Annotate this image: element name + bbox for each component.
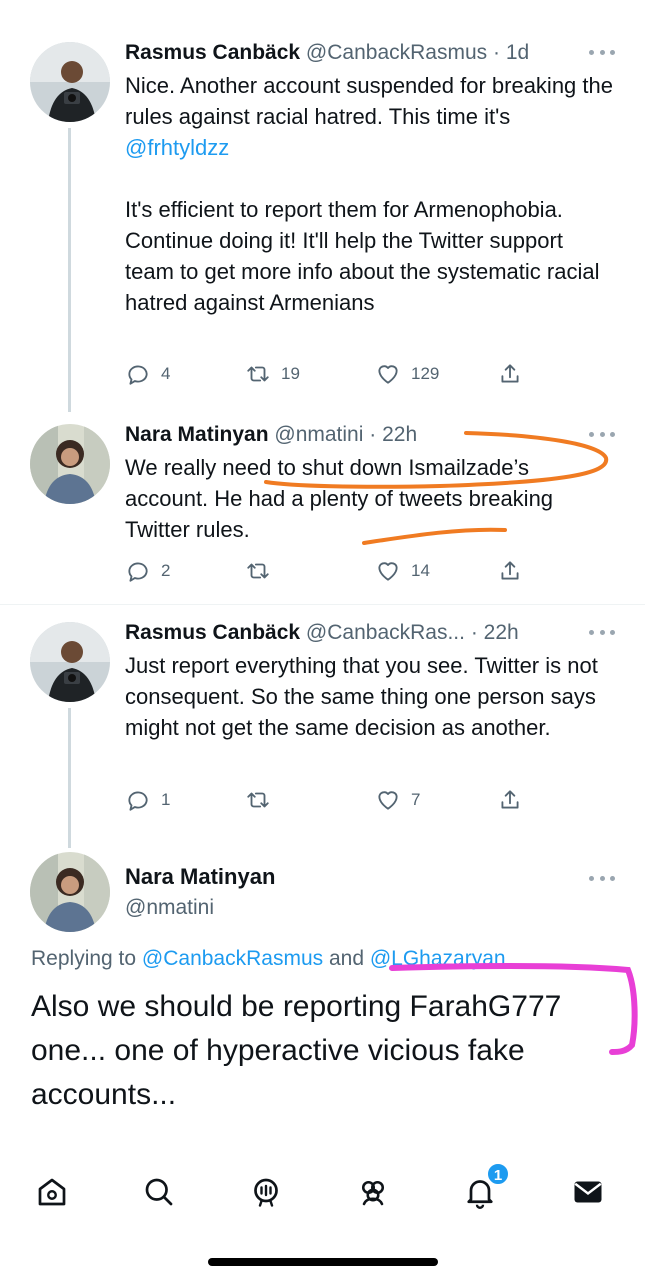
tweet-header: Rasmus Canbäck @CanbackRas... · 22h — [125, 616, 595, 650]
share-button[interactable] — [497, 556, 523, 586]
tab-spaces[interactable] — [244, 1170, 288, 1214]
replying-and: and — [323, 947, 370, 970]
reply-icon — [128, 562, 148, 582]
reply-button[interactable]: 2 — [125, 556, 170, 586]
bottom-tab-bar: 1 — [0, 1160, 645, 1224]
tab-home[interactable] — [30, 1170, 74, 1214]
retweet-count: 19 — [281, 364, 300, 383]
tweet-text: Also we should be reporting FarahG777 on… — [31, 990, 562, 1111]
retweet-icon — [247, 563, 269, 579]
tweet-header: Rasmus Canbäck @CanbackRasmus · 1d — [125, 36, 595, 70]
tweet-text: Just report everything that you see. Twi… — [125, 653, 598, 740]
user-handle[interactable]: @nmatini — [125, 893, 214, 923]
heart-icon — [378, 791, 398, 810]
tweet-actions: 4 19 129 — [125, 359, 545, 389]
avatar[interactable] — [30, 622, 110, 702]
tweet-text-part: Nice. Another account suspended for brea… — [125, 73, 613, 129]
thread-line — [68, 128, 71, 412]
tweet-actions: 2 14 — [125, 556, 545, 586]
reply-count: 2 — [161, 561, 171, 580]
retweet-button[interactable] — [245, 556, 281, 586]
retweet-icon — [247, 366, 269, 382]
share-icon — [501, 790, 519, 809]
avatar-photo-icon — [30, 42, 110, 122]
reply-count: 1 — [161, 790, 171, 809]
tweet-actions: 1 7 — [125, 785, 545, 815]
reply-icon — [128, 365, 148, 385]
mention-link[interactable]: @frhtyldzz — [125, 135, 229, 160]
avatar[interactable] — [30, 852, 110, 932]
messages-icon — [574, 1181, 602, 1203]
reply-button[interactable]: 1 — [125, 785, 170, 815]
avatar-photo-icon — [30, 424, 110, 504]
like-button[interactable]: 129 — [375, 359, 439, 389]
share-icon — [501, 561, 519, 580]
display-name[interactable]: Nara Matinyan — [125, 862, 275, 892]
tweet-header: Nara Matinyan @nmatini · 22h — [125, 418, 595, 452]
communities-icon — [361, 1180, 385, 1206]
display-name[interactable]: Rasmus Canbäck — [125, 621, 300, 644]
display-name[interactable]: Rasmus Canbäck — [125, 41, 300, 64]
tab-messages[interactable] — [566, 1170, 610, 1214]
avatar[interactable] — [30, 424, 110, 504]
home-icon — [38, 1178, 66, 1206]
user-handle[interactable]: @nmatini — [274, 423, 363, 446]
display-name[interactable]: Nara Matinyan — [125, 423, 269, 446]
heart-icon — [378, 365, 398, 384]
tab-communities[interactable] — [351, 1170, 395, 1214]
home-indicator — [208, 1258, 438, 1266]
heart-icon — [378, 562, 398, 581]
tweet-text: Nice. Another account suspended for brea… — [125, 70, 615, 318]
separator-dot: · — [369, 423, 377, 446]
avatar[interactable] — [30, 42, 110, 122]
like-button[interactable]: 14 — [375, 556, 430, 586]
replying-prefix: Replying to — [31, 947, 142, 970]
spaces-icon — [254, 1178, 278, 1207]
mention-link[interactable]: @CanbackRasmus — [142, 947, 323, 970]
tab-notifications[interactable]: 1 — [458, 1162, 510, 1214]
reply-button[interactable]: 4 — [125, 359, 170, 389]
mention-link[interactable]: @LGhazaryan — [370, 947, 506, 970]
user-handle[interactable]: @CanbackRasmus — [306, 41, 487, 64]
tab-search[interactable] — [137, 1170, 181, 1214]
user-handle[interactable]: @CanbackRas... — [306, 621, 465, 644]
separator-dot: · — [492, 41, 500, 64]
avatar-photo-icon — [30, 622, 110, 702]
reply-count: 4 — [161, 364, 171, 383]
avatar-photo-icon — [30, 852, 110, 932]
like-button[interactable]: 7 — [375, 785, 420, 815]
more-options-icon[interactable] — [589, 47, 615, 57]
timestamp[interactable]: 22h — [382, 423, 417, 446]
timestamp[interactable]: 22h — [484, 621, 519, 644]
share-button[interactable] — [497, 359, 523, 389]
like-count: 7 — [411, 790, 421, 809]
more-options-icon[interactable] — [589, 873, 615, 883]
like-count: 129 — [411, 364, 440, 383]
share-icon — [501, 364, 519, 383]
retweet-button[interactable]: 19 — [245, 359, 300, 389]
reply-icon — [128, 791, 148, 811]
separator-dot: · — [470, 621, 478, 644]
more-options-icon[interactable] — [589, 429, 615, 439]
twitter-thread-screen: Rasmus Canbäck @CanbackRasmus · 1d Nice.… — [0, 0, 645, 1280]
share-button[interactable] — [497, 785, 523, 815]
tweet-text-part: It's efficient to report them for Armeno… — [125, 197, 600, 315]
search-icon — [145, 1178, 173, 1206]
more-options-icon[interactable] — [589, 627, 615, 637]
tweet-separator — [0, 604, 645, 605]
tweet-text: We really need to shut down Ismailzade’s… — [125, 455, 554, 542]
timestamp[interactable]: 1d — [506, 41, 529, 64]
notification-badge: 1 — [486, 1162, 510, 1186]
retweet-button[interactable] — [245, 785, 281, 815]
like-count: 14 — [411, 561, 430, 580]
replying-to: Replying to @CanbackRasmus and @LGhazary… — [31, 944, 506, 974]
thread-line — [68, 708, 71, 848]
retweet-icon — [247, 792, 269, 808]
